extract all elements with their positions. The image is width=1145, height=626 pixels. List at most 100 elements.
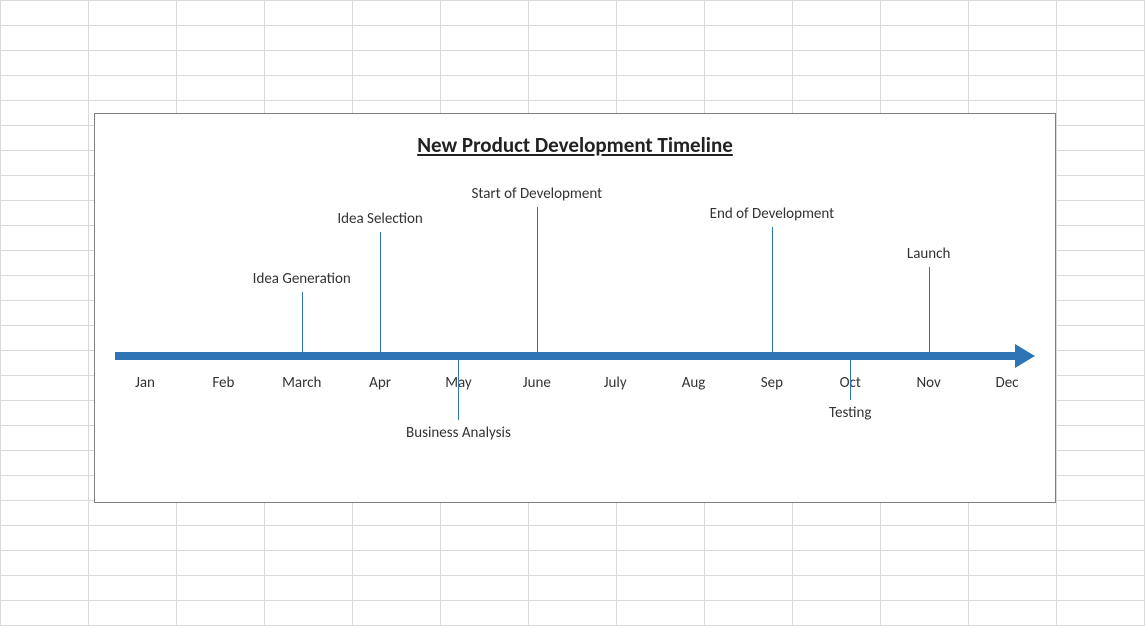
cell[interactable]	[1057, 51, 1145, 76]
cell[interactable]	[177, 1, 265, 26]
cell[interactable]	[1, 101, 89, 126]
cell[interactable]	[1057, 351, 1145, 376]
cell[interactable]	[1, 226, 89, 251]
cell[interactable]	[793, 526, 881, 551]
cell[interactable]	[441, 576, 529, 601]
cell[interactable]	[1, 26, 89, 51]
cell[interactable]	[1, 351, 89, 376]
cell[interactable]	[705, 26, 793, 51]
cell[interactable]	[1057, 501, 1145, 526]
cell[interactable]	[1, 476, 89, 501]
cell[interactable]	[793, 1, 881, 26]
cell[interactable]	[177, 526, 265, 551]
cell[interactable]	[1, 51, 89, 76]
cell[interactable]	[881, 551, 969, 576]
cell[interactable]	[617, 551, 705, 576]
cell[interactable]	[265, 76, 353, 101]
cell[interactable]	[1057, 26, 1145, 51]
cell[interactable]	[1, 326, 89, 351]
cell[interactable]	[265, 576, 353, 601]
cell[interactable]	[265, 601, 353, 626]
cell[interactable]	[89, 26, 177, 51]
cell[interactable]	[265, 51, 353, 76]
cell[interactable]	[265, 501, 353, 526]
cell[interactable]	[353, 76, 441, 101]
cell[interactable]	[969, 576, 1057, 601]
cell[interactable]	[529, 76, 617, 101]
cell[interactable]	[1057, 101, 1145, 126]
cell[interactable]	[1057, 201, 1145, 226]
cell[interactable]	[1057, 401, 1145, 426]
cell[interactable]	[1057, 451, 1145, 476]
cell[interactable]	[529, 576, 617, 601]
cell[interactable]	[265, 26, 353, 51]
cell[interactable]	[1057, 151, 1145, 176]
cell[interactable]	[529, 526, 617, 551]
cell[interactable]	[353, 51, 441, 76]
cell[interactable]	[353, 576, 441, 601]
cell[interactable]	[89, 501, 177, 526]
cell[interactable]	[969, 26, 1057, 51]
cell[interactable]	[1, 601, 89, 626]
cell[interactable]	[1, 401, 89, 426]
cell[interactable]	[1, 126, 89, 151]
cell[interactable]	[1057, 576, 1145, 601]
cell[interactable]	[1, 1, 89, 26]
cell[interactable]	[1, 201, 89, 226]
cell[interactable]	[1057, 526, 1145, 551]
cell[interactable]	[1057, 301, 1145, 326]
cell[interactable]	[969, 1, 1057, 26]
cell[interactable]	[1, 176, 89, 201]
cell[interactable]	[617, 601, 705, 626]
cell[interactable]	[177, 76, 265, 101]
cell[interactable]	[529, 501, 617, 526]
cell[interactable]	[705, 1, 793, 26]
cell[interactable]	[441, 501, 529, 526]
cell[interactable]	[793, 26, 881, 51]
cell[interactable]	[441, 601, 529, 626]
cell[interactable]	[617, 51, 705, 76]
cell[interactable]	[89, 51, 177, 76]
cell[interactable]	[441, 551, 529, 576]
cell[interactable]	[1, 151, 89, 176]
cell[interactable]	[881, 51, 969, 76]
cell[interactable]	[353, 26, 441, 51]
cell[interactable]	[529, 26, 617, 51]
cell[interactable]	[705, 551, 793, 576]
cell[interactable]	[265, 526, 353, 551]
cell[interactable]	[177, 501, 265, 526]
cell[interactable]	[1057, 276, 1145, 301]
cell[interactable]	[1, 501, 89, 526]
cell[interactable]	[969, 526, 1057, 551]
cell[interactable]	[89, 526, 177, 551]
cell[interactable]	[969, 551, 1057, 576]
cell[interactable]	[881, 76, 969, 101]
cell[interactable]	[617, 26, 705, 51]
cell[interactable]	[529, 51, 617, 76]
cell[interactable]	[969, 601, 1057, 626]
cell[interactable]	[793, 576, 881, 601]
cell[interactable]	[705, 526, 793, 551]
cell[interactable]	[1057, 251, 1145, 276]
cell[interactable]	[1, 301, 89, 326]
cell[interactable]	[969, 501, 1057, 526]
cell[interactable]	[89, 1, 177, 26]
cell[interactable]	[1, 426, 89, 451]
cell[interactable]	[89, 601, 177, 626]
cell[interactable]	[89, 76, 177, 101]
cell[interactable]	[1, 551, 89, 576]
cell[interactable]	[353, 601, 441, 626]
cell[interactable]	[881, 26, 969, 51]
cell[interactable]	[1057, 1, 1145, 26]
cell[interactable]	[529, 551, 617, 576]
cell[interactable]	[353, 501, 441, 526]
cell[interactable]	[441, 1, 529, 26]
cell[interactable]	[705, 76, 793, 101]
cell[interactable]	[89, 576, 177, 601]
cell[interactable]	[1057, 551, 1145, 576]
cell[interactable]	[1, 526, 89, 551]
cell[interactable]	[177, 551, 265, 576]
cell[interactable]	[353, 526, 441, 551]
cell[interactable]	[705, 576, 793, 601]
cell[interactable]	[793, 551, 881, 576]
